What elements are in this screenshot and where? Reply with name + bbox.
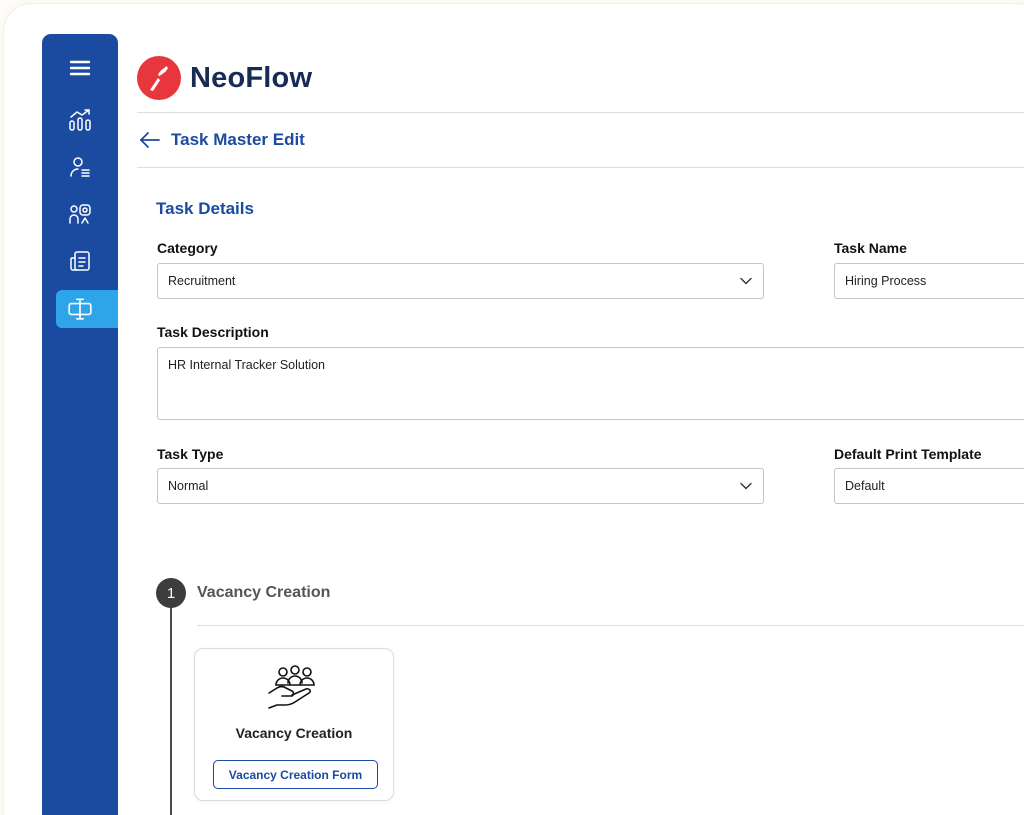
category-value: Recruitment <box>168 274 236 288</box>
vacancy-creation-form-button[interactable]: Vacancy Creation Form <box>213 760 378 789</box>
hand-holding-people-icon <box>268 665 315 709</box>
task-type-select[interactable]: Normal <box>157 468 764 504</box>
default-print-template-select[interactable]: Default <box>834 468 1024 504</box>
step-number-badge: 1 <box>156 578 186 608</box>
step-card-vacancy-creation: Vacancy Creation Vacancy Creation Form <box>194 648 394 801</box>
task-name-input[interactable]: Hiring Process <box>834 263 1024 299</box>
title-divider <box>137 167 1024 168</box>
user-list-icon <box>70 157 90 177</box>
app-name: NeoFlow <box>190 62 313 94</box>
step-divider <box>197 625 1024 626</box>
category-select[interactable]: Recruitment <box>157 263 764 299</box>
step-title: Vacancy Creation <box>197 584 331 601</box>
task-description-textarea[interactable]: HR Internal Tracker Solution <box>157 347 1024 420</box>
analytics-icon <box>69 109 91 131</box>
default-print-template-label: Default Print Template <box>834 446 982 462</box>
sidebar-item-task-master[interactable] <box>56 290 118 328</box>
sidebar-item-users[interactable] <box>56 148 104 186</box>
task-description-label: Task Description <box>157 324 269 340</box>
neoflow-logo-icon <box>137 56 181 100</box>
task-master-icon <box>68 298 92 320</box>
task-type-label: Task Type <box>157 446 224 462</box>
page-title: Task Master Edit <box>171 130 305 149</box>
back-arrow-icon[interactable] <box>139 129 161 151</box>
category-label: Category <box>157 240 218 256</box>
section-title-task-details: Task Details <box>156 199 254 218</box>
task-name-value: Hiring Process <box>845 274 927 288</box>
default-print-template-value: Default <box>845 479 885 493</box>
task-type-value: Normal <box>168 479 209 493</box>
people-chat-icon <box>69 204 91 224</box>
chevron-down-icon <box>740 482 752 490</box>
sidebar-item-interviews[interactable] <box>56 195 104 233</box>
header-divider <box>137 112 1024 113</box>
sidebar-item-documents[interactable] <box>56 242 104 280</box>
task-description-value: HR Internal Tracker Solution <box>168 358 326 372</box>
menu-button[interactable] <box>56 49 104 87</box>
sidebar <box>42 34 118 815</box>
step-timeline-line <box>170 608 172 815</box>
chevron-down-icon <box>740 277 752 285</box>
menu-icon <box>69 60 91 76</box>
card-title: Vacancy Creation <box>235 725 353 741</box>
document-list-icon <box>70 251 90 271</box>
sidebar-item-analytics[interactable] <box>56 101 104 139</box>
task-name-label: Task Name <box>834 240 907 256</box>
